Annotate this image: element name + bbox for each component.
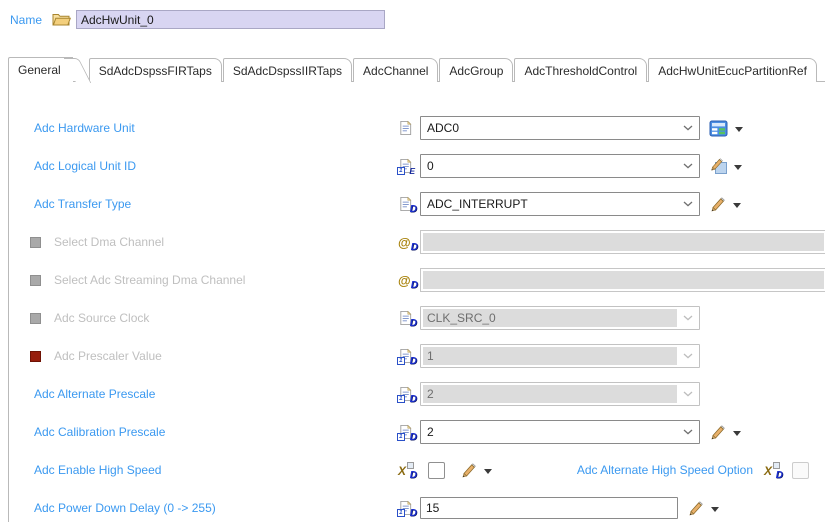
form-editor-icon[interactable]: [709, 120, 728, 137]
adc-power-down-delay-label: Adc Power Down Delay (0 -> 255): [34, 501, 216, 515]
select-adc-streaming-dma-channel-field: [420, 268, 825, 292]
row-adc-source-clock: Adc Source Clock D CLK_SRC_0: [27, 299, 825, 337]
boolean-default-icon: XD: [764, 461, 783, 481]
adc-alternate-high-speed-option-label: Adc Alternate High Speed Option: [576, 463, 753, 477]
chevron-down-icon[interactable]: [677, 429, 699, 435]
boolean-default-icon: XD: [398, 461, 417, 481]
reference-default-icon: @ D: [398, 234, 418, 253]
adc-power-down-delay-input[interactable]: [420, 497, 678, 519]
tab-sdadcdspssfirtaps[interactable]: SdAdcDspssFIRTaps: [88, 58, 222, 82]
chevron-down-icon[interactable]: [677, 201, 699, 207]
adc-enable-high-speed-checkbox[interactable]: [428, 461, 445, 479]
adc-source-clock-value: CLK_SRC_0: [423, 309, 677, 327]
adc-enable-high-speed-label: Adc Enable High Speed: [34, 463, 162, 477]
adc-hardware-unit-value: ADC0: [427, 121, 460, 135]
row-select-dma-channel: Select Dma Channel @ D: [27, 223, 825, 261]
adc-alternate-prescale-value: 2: [423, 385, 677, 403]
general-tab-panel: Adc Hardware Unit ADC0 Adc Logical Unit …: [8, 81, 825, 522]
row-adc-power-down-delay: Adc Power Down Delay (0 -> 255) 1D: [27, 489, 825, 527]
adc-logical-unit-id-combobox[interactable]: 0: [420, 154, 700, 178]
disabled-bullet-icon: [30, 236, 41, 248]
adc-calibration-prescale-value: 2: [427, 425, 434, 439]
name-row: Name: [10, 10, 385, 29]
dropdown-arrow-icon[interactable]: [733, 202, 741, 208]
tab-adcchannel[interactable]: AdcChannel: [353, 58, 439, 82]
adc-alternate-high-speed-option-checkbox: [792, 461, 809, 479]
chevron-down-icon[interactable]: [677, 163, 699, 169]
document-integer-default-icon: 1D: [397, 386, 417, 404]
adc-logical-unit-id-label: Adc Logical Unit ID: [34, 159, 137, 173]
chevron-down-icon: [677, 315, 699, 321]
tab-adchwunitecucpartitionref[interactable]: AdcHwUnitEcucPartitionRef: [648, 58, 817, 82]
adc-transfer-type-combobox[interactable]: ADC_INTERRUPT: [420, 192, 700, 216]
adc-prescaler-value-combobox: 1: [420, 344, 700, 368]
document-integer-icon: 1E: [397, 158, 415, 175]
adc-hardware-unit-combobox[interactable]: ADC0: [420, 116, 700, 140]
adc-alternate-prescale-combobox: 2: [420, 382, 700, 406]
adc-alternate-prescale-label: Adc Alternate Prescale: [34, 387, 156, 401]
adc-alternate-high-speed-option-group: Adc Alternate High Speed Option XD: [576, 461, 809, 481]
disabled-bullet-icon: [30, 312, 41, 324]
adc-hardware-unit-label: Adc Hardware Unit: [34, 121, 135, 135]
tab-general[interactable]: General: [8, 57, 73, 82]
chevron-down-icon[interactable]: [677, 125, 699, 131]
select-dma-channel-field: [420, 230, 825, 254]
select-adc-streaming-dma-channel-label: Select Adc Streaming Dma Channel: [54, 273, 246, 287]
row-adc-transfer-type: Adc Transfer Type D ADC_INTERRUPT: [27, 185, 825, 223]
tab-adcthresholdcontrol[interactable]: AdcThresholdControl: [514, 58, 648, 82]
error-bullet-icon: [30, 350, 41, 362]
name-label: Name: [10, 12, 43, 27]
document-default-icon: D: [398, 196, 417, 214]
open-folder-icon: [52, 12, 71, 27]
pencil-icon[interactable]: [709, 196, 726, 213]
adc-source-clock-label: Adc Source Clock: [54, 311, 150, 325]
row-adc-alternate-prescale: Adc Alternate Prescale 1D 2: [27, 375, 825, 413]
row-adc-hardware-unit: Adc Hardware Unit ADC0: [27, 109, 825, 147]
row-adc-logical-unit-id: Adc Logical Unit ID 1E 0: [27, 147, 825, 185]
adc-prescaler-value-value: 1: [423, 347, 677, 365]
adc-calibration-prescale-combobox[interactable]: 2: [420, 420, 700, 444]
document-integer-default-icon: 1D: [397, 348, 417, 366]
row-adc-enable-high-speed: Adc Enable High Speed XD Adc Alternate H…: [27, 451, 825, 489]
row-adc-prescaler-value: Adc Prescaler Value 1D 1: [27, 337, 825, 375]
adc-source-clock-combobox: CLK_SRC_0: [420, 306, 700, 330]
dropdown-arrow-icon[interactable]: [711, 506, 719, 512]
adc-transfer-type-value: ADC_INTERRUPT: [427, 197, 528, 211]
tab-adcgroup[interactable]: AdcGroup: [439, 58, 514, 82]
pencil-icon[interactable]: [709, 424, 726, 441]
document-integer-default-icon: 1D: [397, 424, 417, 442]
dropdown-arrow-icon[interactable]: [734, 164, 742, 170]
document-icon: [398, 120, 415, 137]
pencil-icon[interactable]: [460, 462, 477, 479]
chevron-down-icon: [677, 391, 699, 397]
chevron-down-icon: [677, 353, 699, 359]
pencil-square-icon[interactable]: [709, 157, 727, 175]
select-dma-channel-label: Select Dma Channel: [54, 235, 165, 249]
reference-default-icon: @ D: [398, 272, 418, 291]
dropdown-arrow-icon[interactable]: [733, 430, 741, 436]
adc-transfer-type-label: Adc Transfer Type: [34, 197, 132, 211]
adc-calibration-prescale-label: Adc Calibration Prescale: [34, 425, 166, 439]
dropdown-arrow-icon[interactable]: [735, 126, 743, 132]
adc-logical-unit-id-value: 0: [427, 159, 434, 173]
disabled-bullet-icon: [30, 274, 41, 286]
document-default-icon: D: [398, 310, 417, 328]
row-select-adc-streaming-dma-channel: Select Adc Streaming Dma Channel @ D: [27, 261, 825, 299]
row-adc-calibration-prescale: Adc Calibration Prescale 1D 2: [27, 413, 825, 451]
dropdown-arrow-icon[interactable]: [484, 468, 492, 474]
adc-prescaler-value-label: Adc Prescaler Value: [54, 349, 162, 363]
tab-sdadcdspssiirtaps[interactable]: SdAdcDspssIIRTaps: [222, 58, 353, 82]
name-input[interactable]: [76, 10, 385, 29]
document-integer-default-icon: 1D: [397, 500, 417, 518]
pencil-icon[interactable]: [687, 500, 704, 517]
tab-bar: General SdAdcDspssFIRTaps SdAdcDspssIIRT…: [8, 57, 818, 82]
